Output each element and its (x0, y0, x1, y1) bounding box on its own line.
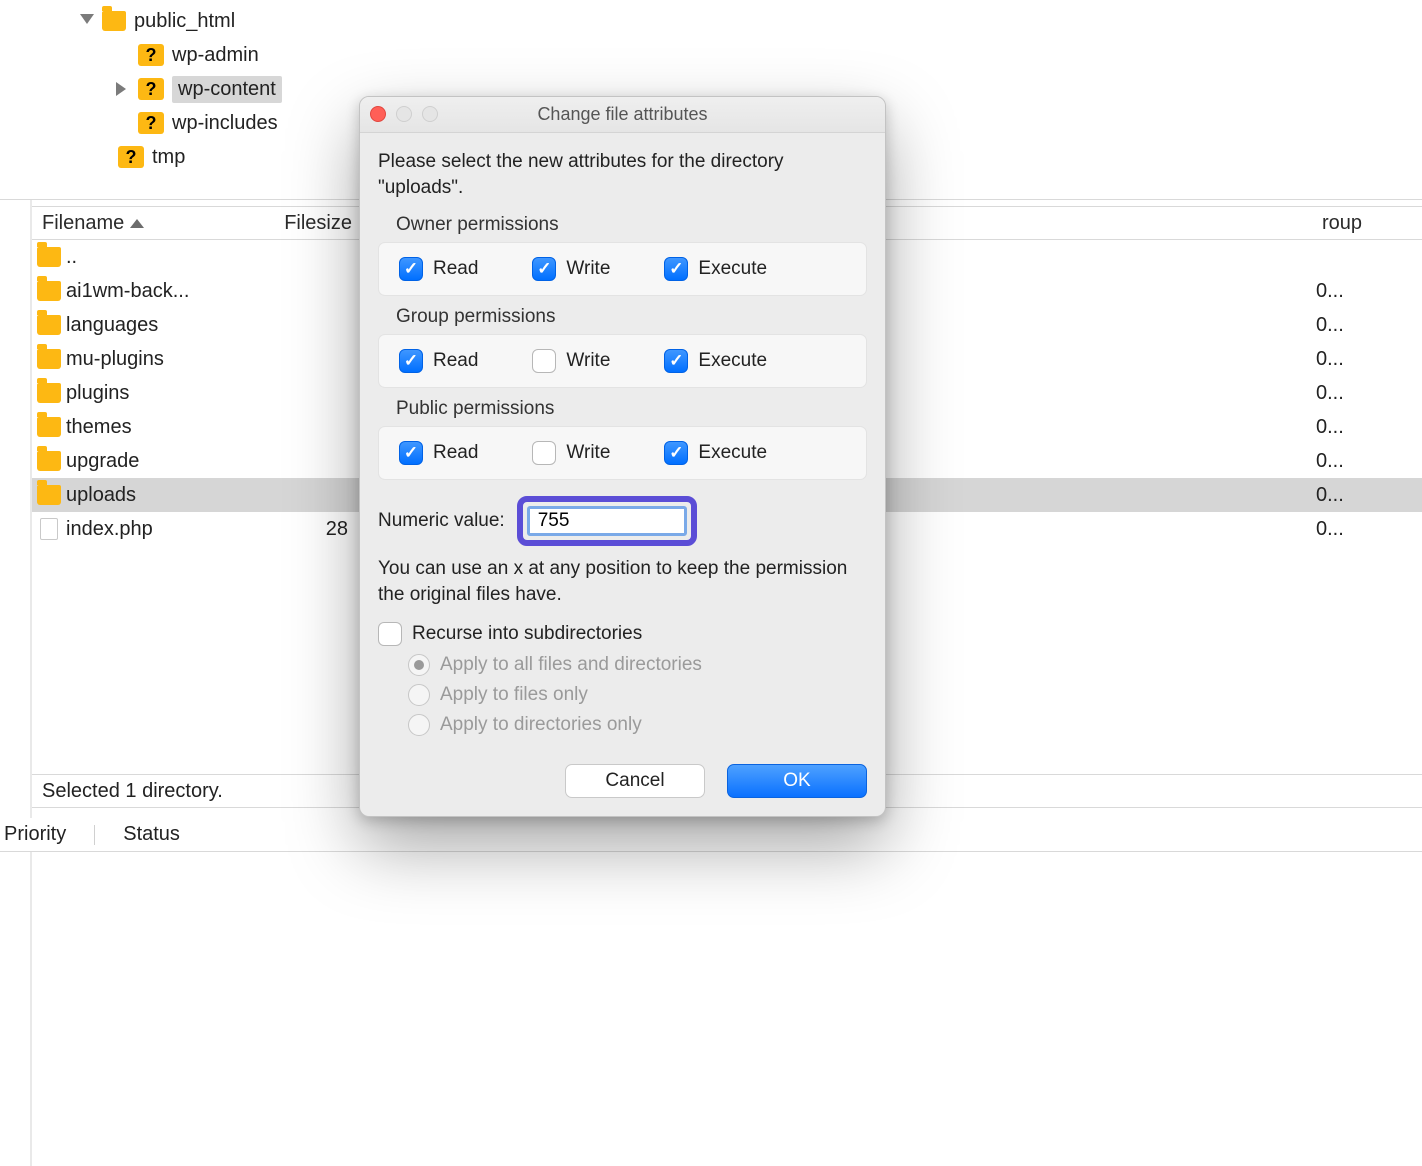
file-group: 0... (1312, 280, 1422, 303)
chevron-right-icon[interactable] (116, 82, 130, 96)
folder-unknown-icon (118, 146, 144, 168)
file-name: uploads (62, 484, 268, 507)
tree-label: public_html (134, 10, 235, 33)
recurse-checkbox[interactable]: Recurse into subdirectories (378, 622, 867, 646)
sort-ascending-icon (130, 219, 144, 228)
folder-icon (37, 451, 61, 471)
checkbox-unchecked-icon (532, 349, 556, 373)
checkbox-checked-icon (664, 441, 688, 465)
owner-execute-checkbox[interactable]: Execute (664, 257, 767, 281)
recurse-radio-group: Apply to all files and directories Apply… (378, 654, 867, 736)
dialog-instruction: Please select the new attributes for the… (378, 149, 867, 200)
tree-label: wp-admin (172, 44, 259, 67)
header-status[interactable]: Status (123, 823, 180, 846)
owner-write-checkbox[interactable]: Write (532, 257, 610, 281)
owner-permissions-title: Owner permissions (378, 214, 867, 236)
tree-label: tmp (152, 146, 185, 169)
ok-button[interactable]: OK (727, 764, 867, 798)
header-filename[interactable]: Filename (32, 212, 272, 235)
file-size: 28 (268, 518, 358, 541)
folder-icon (37, 315, 61, 335)
numeric-value-highlight (517, 496, 697, 546)
dialog-title: Change file attributes (360, 104, 885, 125)
public-permissions-title: Public permissions (378, 398, 867, 420)
checkbox-checked-icon (399, 441, 423, 465)
radio-apply-files: Apply to files only (408, 684, 867, 706)
public-read-checkbox[interactable]: Read (399, 441, 478, 465)
zoom-icon (422, 106, 438, 122)
radio-apply-all: Apply to all files and directories (408, 654, 867, 676)
tree-item-public-html[interactable]: public_html (0, 4, 1422, 38)
owner-permissions-group: Read Write Execute (378, 242, 867, 296)
file-group: 0... (1312, 450, 1422, 473)
file-group: 0... (1312, 416, 1422, 439)
folder-unknown-icon (138, 78, 164, 100)
file-name: ai1wm-back... (62, 280, 268, 303)
header-filesize[interactable]: Filesize (272, 212, 362, 235)
cancel-button[interactable]: Cancel (565, 764, 705, 798)
queue-headers: Priority Status (0, 818, 1422, 852)
folder-unknown-icon (138, 44, 164, 66)
radio-apply-dirs: Apply to directories only (408, 714, 867, 736)
checkbox-checked-icon (664, 349, 688, 373)
change-attributes-dialog: Change file attributes Please select the… (359, 96, 886, 817)
public-permissions-group: Read Write Execute (378, 426, 867, 480)
radio-unselected-icon (408, 714, 430, 736)
owner-read-checkbox[interactable]: Read (399, 257, 478, 281)
folder-icon (37, 247, 61, 267)
file-group: 0... (1312, 348, 1422, 371)
file-group: 0... (1312, 314, 1422, 337)
group-execute-checkbox[interactable]: Execute (664, 349, 767, 373)
tree-label: wp-content (172, 76, 282, 103)
folder-icon (37, 281, 61, 301)
checkbox-unchecked-icon (378, 622, 402, 646)
file-name: upgrade (62, 450, 268, 473)
close-icon[interactable] (370, 106, 386, 122)
header-priority[interactable]: Priority (4, 823, 66, 846)
file-name: plugins (62, 382, 268, 405)
checkbox-checked-icon (664, 257, 688, 281)
numeric-value-input[interactable] (527, 506, 687, 536)
group-permissions-group: Read Write Execute (378, 334, 867, 388)
chevron-down-icon[interactable] (80, 14, 94, 28)
radio-selected-icon (408, 654, 430, 676)
minimize-icon (396, 106, 412, 122)
file-name: mu-plugins (62, 348, 268, 371)
folder-unknown-icon (138, 112, 164, 134)
checkbox-unchecked-icon (532, 441, 556, 465)
file-group: 0... (1312, 518, 1422, 541)
numeric-value-label: Numeric value: (378, 510, 505, 532)
file-icon (40, 518, 58, 540)
file-name: themes (62, 416, 268, 439)
folder-icon (37, 383, 61, 403)
public-execute-checkbox[interactable]: Execute (664, 441, 767, 465)
tree-item-wp-admin[interactable]: wp-admin (0, 38, 1422, 72)
file-group: 0... (1312, 382, 1422, 405)
file-group: 0... (1312, 484, 1422, 507)
checkbox-checked-icon (532, 257, 556, 281)
group-read-checkbox[interactable]: Read (399, 349, 478, 373)
folder-icon (37, 349, 61, 369)
radio-unselected-icon (408, 684, 430, 706)
file-name: .. (62, 246, 268, 269)
folder-icon (37, 485, 61, 505)
header-group[interactable]: roup (1312, 212, 1422, 235)
checkbox-checked-icon (399, 349, 423, 373)
tree-label: wp-includes (172, 112, 278, 135)
public-write-checkbox[interactable]: Write (532, 441, 610, 465)
file-name: index.php (62, 518, 268, 541)
numeric-hint: You can use an x at any position to keep… (378, 556, 867, 607)
folder-icon (102, 11, 126, 31)
folder-icon (37, 417, 61, 437)
file-name: languages (62, 314, 268, 337)
checkbox-checked-icon (399, 257, 423, 281)
group-permissions-title: Group permissions (378, 306, 867, 328)
dialog-titlebar[interactable]: Change file attributes (360, 97, 885, 133)
group-write-checkbox[interactable]: Write (532, 349, 610, 373)
